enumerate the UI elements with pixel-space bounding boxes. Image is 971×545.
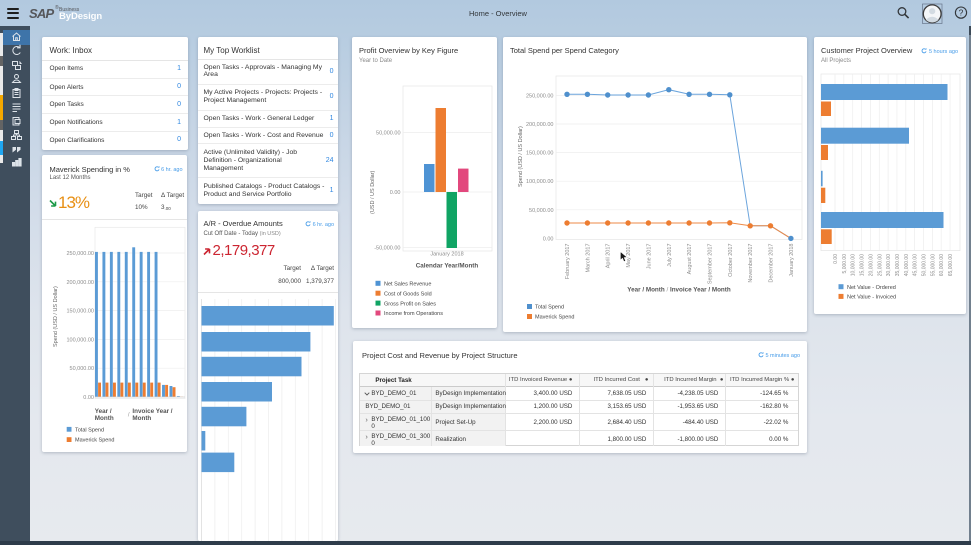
svg-text:150,000.00: 150,000.00 bbox=[66, 309, 94, 315]
svg-text:0.00: 0.00 bbox=[83, 395, 94, 401]
svg-text:Net Sales Revenue: Net Sales Revenue bbox=[384, 282, 431, 288]
svg-text:50,000.00: 50,000.00 bbox=[529, 208, 553, 214]
svg-text:August 2017: August 2017 bbox=[687, 244, 693, 275]
svg-text:100,000.00: 100,000.00 bbox=[66, 337, 94, 343]
svg-text:April 2017: April 2017 bbox=[606, 244, 612, 269]
svg-text:July 2017: July 2017 bbox=[667, 244, 673, 268]
svg-text:35,000.00: 35,000.00 bbox=[895, 254, 901, 276]
svg-text:January 2018: January 2018 bbox=[789, 244, 795, 277]
svg-text:Year /: Year / bbox=[94, 408, 111, 415]
svg-text:Income from Operations: Income from Operations bbox=[384, 311, 443, 317]
svg-text:40,000.00: 40,000.00 bbox=[904, 254, 910, 276]
svg-text:Net Value - Ordered: Net Value - Ordered bbox=[847, 285, 896, 291]
svg-text:200,000.00: 200,000.00 bbox=[66, 280, 94, 286]
svg-text:5,000.00: 5,000.00 bbox=[842, 254, 848, 274]
svg-text:December 2017: December 2017 bbox=[769, 244, 775, 283]
svg-text:Total Spend: Total Spend bbox=[535, 305, 564, 311]
svg-text:March 2017: March 2017 bbox=[585, 244, 591, 273]
svg-text:Spend (USD / US Dollar): Spend (USD / US Dollar) bbox=[518, 126, 524, 187]
svg-text:Year / Month / Invoice Year /: Year / Month / Invoice Year / Month bbox=[627, 287, 731, 294]
svg-text:November 2017: November 2017 bbox=[748, 244, 754, 283]
svg-text:/: / bbox=[127, 413, 129, 419]
svg-text:150,000.00: 150,000.00 bbox=[526, 151, 554, 157]
svg-text:50,000.00: 50,000.00 bbox=[376, 131, 400, 137]
svg-text:Maverick Spend: Maverick Spend bbox=[75, 438, 114, 444]
svg-text:60,000.00: 60,000.00 bbox=[939, 254, 945, 276]
svg-text:0.00: 0.00 bbox=[543, 236, 554, 242]
svg-text:October 2017: October 2017 bbox=[728, 244, 734, 277]
svg-text:Gross Profit on Sales: Gross Profit on Sales bbox=[384, 301, 436, 307]
svg-text:100,000.00: 100,000.00 bbox=[526, 179, 554, 185]
svg-text:Total Spend: Total Spend bbox=[75, 427, 104, 433]
svg-text:50,000.00: 50,000.00 bbox=[922, 254, 928, 276]
svg-text:Cost of Goods Sold: Cost of Goods Sold bbox=[384, 291, 432, 297]
svg-text:200,000.00: 200,000.00 bbox=[526, 122, 554, 128]
svg-text:Invoice Year /: Invoice Year / bbox=[132, 408, 172, 415]
svg-text:Net Value - Invoiced: Net Value - Invoiced bbox=[847, 295, 896, 301]
svg-text:(USD / US Dollar): (USD / US Dollar) bbox=[370, 170, 376, 214]
svg-text:65,000.00: 65,000.00 bbox=[948, 254, 954, 276]
svg-text:September 2017: September 2017 bbox=[708, 244, 714, 285]
svg-text:0.00: 0.00 bbox=[390, 190, 401, 196]
svg-text:250,000.00: 250,000.00 bbox=[526, 93, 554, 99]
svg-text:10,000.00: 10,000.00 bbox=[851, 254, 857, 276]
svg-text:25,000.00: 25,000.00 bbox=[877, 254, 883, 276]
svg-text:250,000.00: 250,000.00 bbox=[66, 251, 94, 257]
svg-text:Spend (USD / US Dollar): Spend (USD / US Dollar) bbox=[53, 286, 59, 347]
svg-text:30,000.00: 30,000.00 bbox=[886, 254, 892, 276]
svg-text:0.00: 0.00 bbox=[833, 254, 839, 264]
svg-text:June 2017: June 2017 bbox=[646, 244, 652, 270]
svg-text:January 2018: January 2018 bbox=[430, 252, 463, 258]
svg-text:55,000.00: 55,000.00 bbox=[930, 254, 936, 276]
svg-text:Maverick Spend: Maverick Spend bbox=[535, 315, 574, 321]
svg-text:-50,000.00: -50,000.00 bbox=[374, 245, 400, 251]
svg-text:15,000.00: 15,000.00 bbox=[860, 254, 866, 276]
svg-text:Calendar Year/Month: Calendar Year/Month bbox=[416, 263, 479, 270]
svg-text:20,000.00: 20,000.00 bbox=[868, 254, 874, 276]
svg-text:50,000.00: 50,000.00 bbox=[69, 366, 93, 372]
svg-text:Month: Month bbox=[94, 415, 113, 422]
svg-text:?: ? bbox=[959, 8, 964, 18]
svg-text:February 2017: February 2017 bbox=[565, 244, 571, 280]
svg-text:Month: Month bbox=[132, 415, 151, 422]
svg-text:45,000.00: 45,000.00 bbox=[913, 254, 919, 276]
